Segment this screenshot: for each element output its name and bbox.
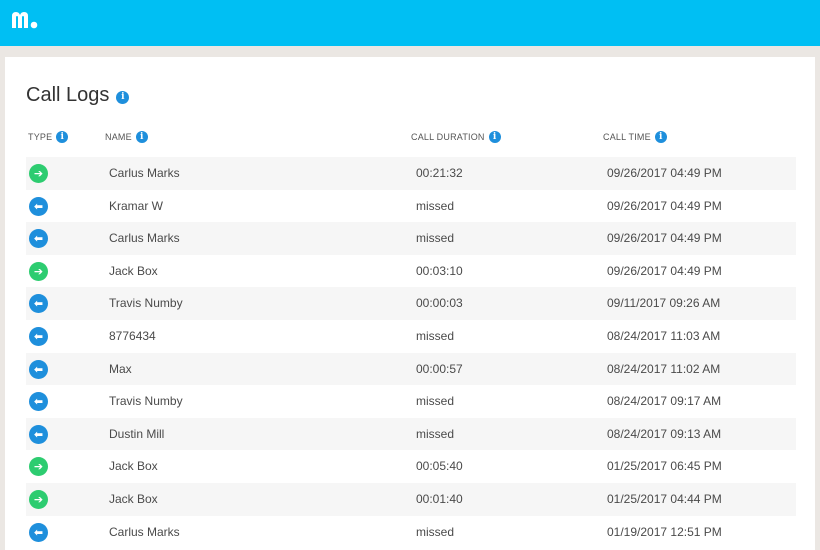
call-time: 01/19/2017 12:51 PM <box>607 524 722 539</box>
call-time: 09/26/2017 04:49 PM <box>607 263 722 278</box>
table-row[interactable]: ⬅ Kramar W missed 09/26/2017 04:49 PM <box>26 190 796 223</box>
table-row[interactable]: ⬅ Carlus Marks missed 01/19/2017 12:51 PM <box>26 516 796 549</box>
call-duration: 00:05:40 <box>416 459 463 474</box>
column-header-type[interactable]: TYPE i <box>28 131 69 143</box>
incoming-call-icon: ⬅ <box>29 229 48 249</box>
call-time: 09/11/2017 09:26 AM <box>607 296 721 311</box>
call-time: 09/26/2017 04:49 PM <box>607 231 722 246</box>
column-header-call-time[interactable]: CALL TIME i <box>603 131 667 143</box>
contact-name: Carlus Marks <box>109 231 180 246</box>
call-time: 08/24/2017 09:13 AM <box>607 426 722 441</box>
outgoing-call-icon: ➔ <box>29 457 48 477</box>
call-duration: 00:00:03 <box>416 296 463 311</box>
top-bar <box>0 0 820 46</box>
table-row[interactable]: ⬅ Carlus Marks missed 09/26/2017 04:49 PM <box>26 222 796 255</box>
contact-name: Jack Box <box>109 263 158 278</box>
call-logs-panel: Call Logs i TYPE i NAME i CALL DURATION … <box>5 57 815 550</box>
call-duration: missed <box>416 426 455 441</box>
info-icon[interactable]: i <box>488 131 501 143</box>
contact-name: Travis Numby <box>109 394 183 409</box>
contact-name: Carlus Marks <box>109 524 180 539</box>
call-duration: missed <box>416 394 455 409</box>
call-duration: missed <box>416 328 455 343</box>
contact-name: Jack Box <box>109 491 158 506</box>
info-icon[interactable]: i <box>135 131 148 143</box>
page-title-text: Call Logs <box>26 84 110 106</box>
table-row[interactable]: ⬅ Max 00:00:57 08/24/2017 11:02 AM <box>26 352 796 386</box>
call-duration: 00:03:10 <box>416 263 463 278</box>
incoming-call-icon: ⬅ <box>29 326 48 346</box>
call-duration: missed <box>416 231 455 246</box>
call-time: 08/24/2017 11:03 AM <box>607 328 721 343</box>
contact-name: Kramar W <box>109 198 163 213</box>
contact-name: Travis Numby <box>109 296 183 311</box>
contact-name: Max <box>109 361 132 376</box>
incoming-call-icon: ⬅ <box>29 359 48 379</box>
outgoing-call-icon: ➔ <box>29 489 48 509</box>
contact-name: 8776434 <box>109 328 156 343</box>
outgoing-call-icon: ➔ <box>29 261 48 281</box>
info-icon[interactable]: i <box>56 131 69 143</box>
call-log-table: ➔ Carlus Marks 00:21:32 09/26/2017 04:49 PM… <box>26 157 796 548</box>
incoming-call-icon: ⬅ <box>29 424 48 444</box>
column-header-call-duration[interactable]: CALL DURATION i <box>411 131 501 143</box>
call-duration: 00:21:32 <box>416 166 463 180</box>
table-row[interactable]: ⬅ 8776434 missed 08/24/2017 11:03 AM <box>26 320 796 353</box>
table-row[interactable]: ⬅ Travis Numby missed 08/24/2017 09:17 AM <box>26 385 796 418</box>
contact-name: Jack Box <box>109 459 158 474</box>
call-time: 01/25/2017 06:45 PM <box>607 459 722 474</box>
table-row[interactable]: ➔ Carlus Marks 00:21:32 09/26/2017 04:49 PM <box>26 157 796 190</box>
contact-name: Carlus Marks <box>109 166 180 180</box>
call-time: 09/26/2017 04:49 PM <box>607 166 722 180</box>
outgoing-call-icon: ➔ <box>29 164 48 183</box>
call-duration: missed <box>416 198 455 213</box>
incoming-call-icon: ⬅ <box>29 392 48 412</box>
table-row[interactable]: ➔ Jack Box 00:03:10 09/26/2017 04:49 PM <box>26 255 796 288</box>
call-time: 08/24/2017 09:17 AM <box>607 394 722 409</box>
call-duration: 00:00:57 <box>416 361 463 376</box>
info-icon[interactable]: i <box>654 131 667 143</box>
table-row[interactable]: ⬅ Dustin Mill missed 08/24/2017 09:13 AM <box>26 417 796 451</box>
mspy-logo-icon[interactable] <box>9 8 39 32</box>
info-icon[interactable]: i <box>116 90 130 104</box>
call-time: 08/24/2017 11:02 AM <box>607 361 721 376</box>
call-duration: 00:01:40 <box>416 491 463 506</box>
table-header: TYPE i NAME i CALL DURATION i CALL TIME … <box>5 131 815 145</box>
table-row[interactable]: ⬅ Travis Numby 00:00:03 09/11/2017 09:26 AM <box>26 287 796 320</box>
contact-name: Dustin Mill <box>109 426 165 441</box>
call-time: 09/26/2017 04:49 PM <box>607 198 722 213</box>
table-row[interactable]: ➔ Jack Box 00:05:40 01/25/2017 06:45 PM <box>26 450 796 483</box>
page-title: Call Logs i <box>26 84 130 107</box>
incoming-call-icon: ⬅ <box>29 196 48 216</box>
incoming-call-icon: ⬅ <box>29 522 48 542</box>
table-row[interactable]: ➔ Jack Box 00:01:40 01/25/2017 04:44 PM <box>26 482 796 516</box>
call-duration: missed <box>416 524 455 539</box>
call-time: 01/25/2017 04:44 PM <box>607 491 722 506</box>
incoming-call-icon: ⬅ <box>29 294 48 314</box>
column-header-name[interactable]: NAME i <box>105 131 148 143</box>
